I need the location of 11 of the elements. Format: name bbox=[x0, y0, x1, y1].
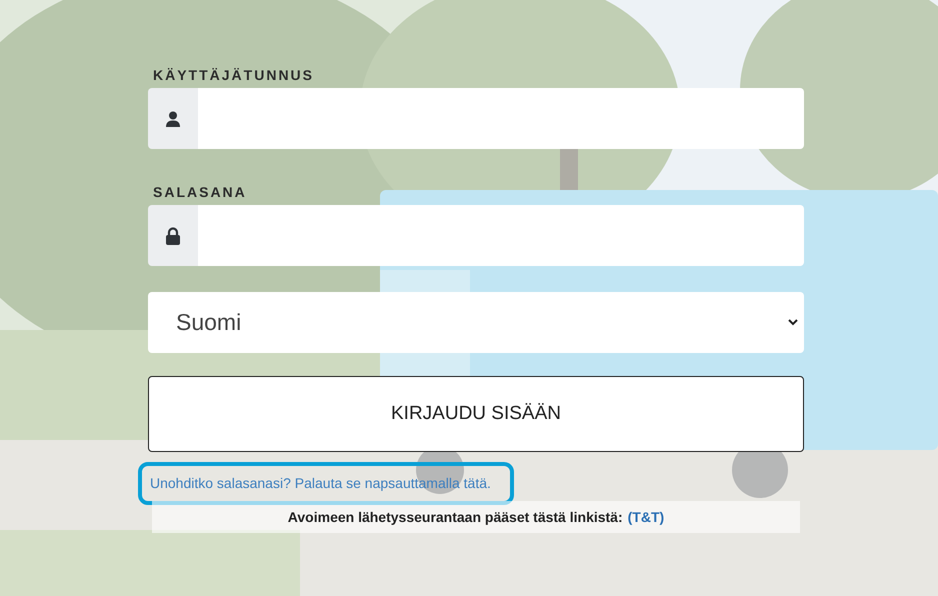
field-label: SALASANA bbox=[153, 183, 247, 202]
chevron-icon bbox=[788, 319, 798, 326]
field-label: KÄYTTÄJÄTUNNUS bbox=[153, 66, 314, 85]
lock-icon bbox=[165, 226, 181, 244]
language-select[interactable]: Suomi bbox=[148, 292, 804, 353]
input-field[interactable] bbox=[198, 88, 804, 149]
user-icon bbox=[165, 110, 181, 128]
tracking-text: Avoimeen lähetysseurantaan pääset tästä linkistä: bbox=[288, 509, 623, 525]
tracking-link[interactable]: (T&T) bbox=[628, 509, 664, 525]
login-button[interactable]: KIRJAUDU SISÄÄN bbox=[148, 376, 804, 452]
input-field[interactable] bbox=[198, 205, 804, 266]
